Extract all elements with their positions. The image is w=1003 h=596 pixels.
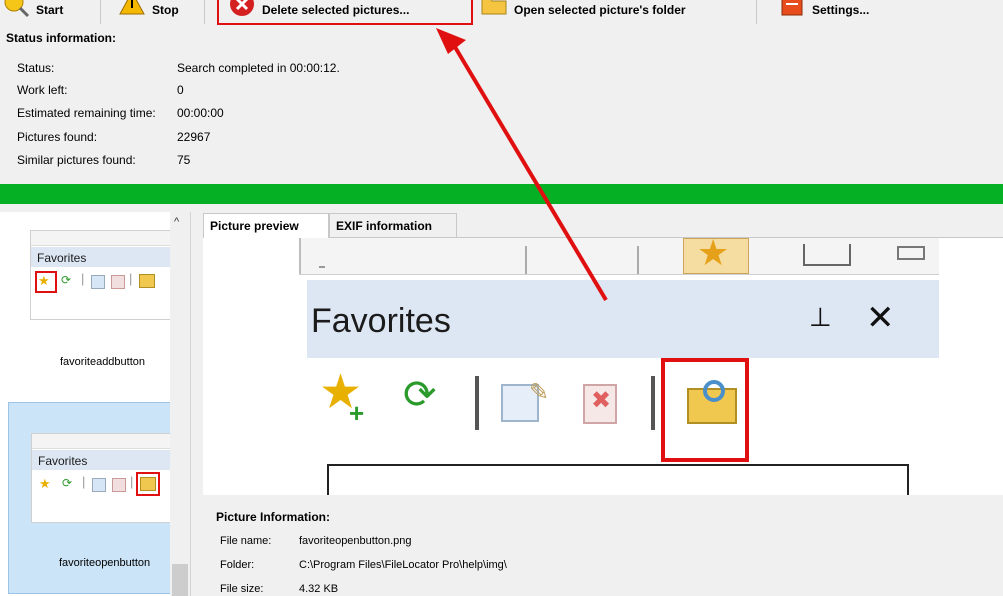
list-item-selected[interactable]: Favorites ★ ⟳ | | favoriteopenbutton	[8, 402, 183, 594]
status-label: Status:	[17, 61, 55, 75]
edit-icon	[92, 478, 106, 492]
work-left-label: Work left:	[17, 83, 68, 97]
stop-label: Stop	[152, 3, 179, 17]
toolbar: Start Stop Delete selected pictures... O…	[0, 0, 1003, 28]
edit-icon	[91, 275, 105, 289]
folder-icon	[481, 0, 507, 15]
preview-toolbar-strip: ★	[299, 238, 939, 275]
list-item[interactable]: Favorites ★ ⟳ | | favoriteaddbutton	[8, 212, 182, 398]
pictures-found-value: 22967	[177, 130, 211, 144]
refresh-icon: ⟳	[62, 476, 73, 490]
preview-image: ★ Favorites ⊥ ✕ ★ + ⟳ ✎ ✖	[299, 238, 939, 496]
delete-icon	[112, 478, 126, 492]
thumbnail: Favorites ★ ⟳ | |	[31, 433, 183, 523]
stop-button[interactable]: Stop	[118, 0, 179, 28]
delete-icon	[230, 0, 254, 16]
preview-tool-row: ★ + ⟳ ✎ ✖	[307, 358, 939, 450]
settings-label: Settings...	[812, 3, 870, 17]
refresh-icon: ⟳	[61, 273, 72, 287]
start-label: Start	[36, 3, 64, 17]
progress-bar	[0, 184, 1003, 204]
similar-pictures-value: 75	[177, 153, 191, 167]
file-size-label: File size:	[220, 583, 264, 595]
remaining-time-label: Estimated remaining time:	[17, 106, 156, 120]
folder-icon	[140, 477, 156, 491]
scroll-thumb[interactable]	[172, 564, 188, 596]
similar-pictures-label: Similar pictures found:	[17, 153, 136, 167]
thumb-caption: favoriteaddbutton	[60, 356, 146, 368]
work-left-value: 0	[177, 83, 184, 97]
toolbar-separator	[756, 0, 757, 24]
open-folder-button[interactable]: Open selected picture's folder	[480, 0, 686, 28]
star-icon: ★	[38, 273, 50, 288]
status-value: Search completed in 00:00:12.	[177, 61, 340, 75]
remaining-time-value: 00:00:00	[177, 106, 224, 120]
close-icon: ✕	[866, 299, 895, 337]
file-name-label: File name:	[220, 535, 272, 547]
folder-value: C:\Program Files\FileLocator Pro\help\im…	[299, 559, 507, 571]
preview-list-box	[327, 464, 909, 496]
refresh-icon: ⟳	[403, 373, 437, 417]
thumb-title: Favorites	[37, 251, 87, 265]
file-name-value: favoriteopenbutton.png	[299, 535, 412, 547]
status-section-title: Status information:	[6, 31, 116, 45]
list-scrollbar[interactable]: ^	[170, 212, 190, 596]
scroll-up-icon[interactable]: ^	[174, 216, 179, 228]
toolbar-separator	[100, 0, 101, 24]
pictures-found-label: Pictures found:	[17, 130, 98, 144]
toolbar-separator	[204, 0, 205, 24]
tab-exif-information[interactable]: EXIF information	[329, 213, 457, 237]
start-icon	[4, 0, 30, 18]
stop-icon	[119, 0, 145, 15]
star-icon: ★	[697, 238, 730, 273]
info-title: Picture Information:	[216, 510, 331, 524]
delete-label: Delete selected pictures...	[262, 3, 410, 17]
star-icon: ★	[39, 476, 51, 491]
plus-icon: +	[349, 398, 365, 428]
pin-icon: ⊥	[809, 302, 832, 332]
pencil-icon: ✎	[529, 379, 550, 406]
progress-fill	[0, 184, 1003, 204]
file-size-value: 4.32 KB	[299, 583, 339, 595]
thumb-caption: favoriteopenbutton	[59, 557, 151, 569]
results-list[interactable]: Favorites ★ ⟳ | | favoriteaddbutton Favo…	[0, 212, 191, 596]
delete-icon	[111, 275, 125, 289]
folder-label: Folder:	[220, 559, 255, 571]
folder-icon	[139, 274, 155, 288]
preview-title: Favorites	[311, 302, 451, 340]
open-button-highlight	[661, 358, 749, 462]
tab-picture-preview[interactable]: Picture preview	[203, 213, 329, 238]
start-button[interactable]: Start	[2, 0, 63, 28]
thumbnail: Favorites ★ ⟳ | |	[30, 230, 182, 320]
settings-icon	[781, 0, 803, 16]
tab-label: EXIF information	[336, 219, 432, 233]
open-folder-label: Open selected picture's folder	[514, 3, 686, 17]
picture-information-panel: Picture Information: File name: favorite…	[203, 495, 1003, 596]
tab-label: Picture preview	[210, 219, 299, 233]
picture-preview-pane: ★ Favorites ⊥ ✕ ★ + ⟳ ✎ ✖	[203, 237, 1003, 496]
thumb-title: Favorites	[38, 454, 88, 468]
delete-selected-button[interactable]: Delete selected pictures...	[228, 0, 409, 28]
settings-button[interactable]: Settings...	[778, 0, 869, 28]
